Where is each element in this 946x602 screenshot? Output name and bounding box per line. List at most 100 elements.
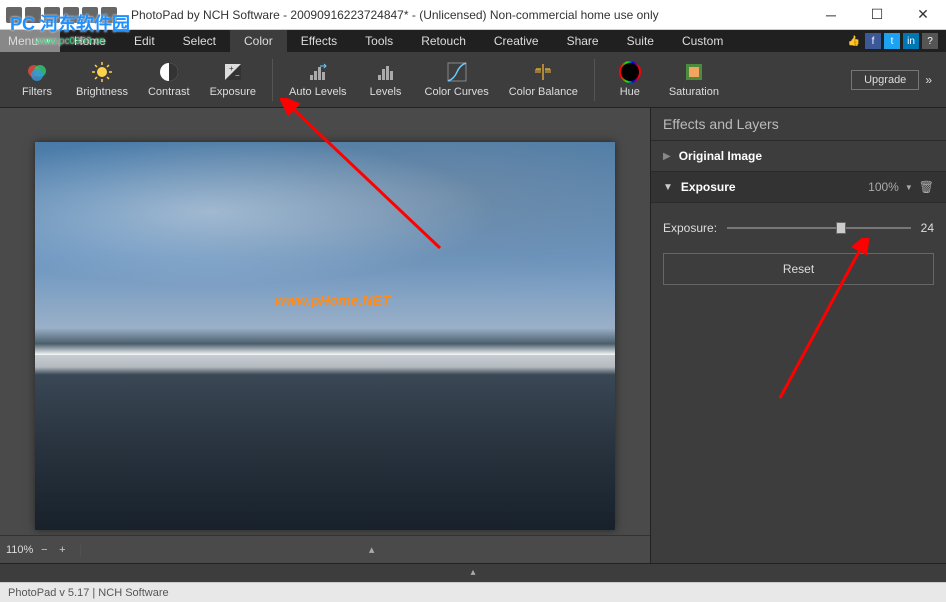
qat-open-icon[interactable] [44, 7, 60, 23]
color-curves-icon [446, 61, 468, 83]
layer-opacity-value: 100% [868, 180, 899, 194]
zoom-level[interactable]: 110% [6, 544, 33, 556]
menu-suite[interactable]: Suite [613, 30, 668, 52]
exposure-button[interactable]: +− Exposure [200, 61, 266, 98]
saturation-icon [683, 61, 705, 83]
qat-new-icon[interactable] [25, 7, 41, 23]
menu-bar: Menu ▼ Home Edit Select Color Effects To… [0, 30, 946, 52]
opacity-dropdown-icon[interactable]: ▼ [905, 183, 913, 192]
reset-button[interactable]: Reset [663, 253, 934, 285]
image-watermark: www.pHome.NET [275, 292, 390, 308]
canvas-area[interactable]: www.pHome.NET [0, 108, 650, 563]
color-curves-label: Color Curves [425, 86, 489, 98]
main-area: www.pHome.NET Effects and Layers ▶ Origi… [0, 108, 946, 563]
brightness-icon [91, 61, 113, 83]
svg-text:+: + [229, 64, 234, 73]
menu-button[interactable]: Menu ▼ [0, 30, 60, 52]
layer-original-label: Original Image [679, 149, 762, 163]
zoom-in-icon[interactable]: + [55, 543, 69, 557]
menu-edit[interactable]: Edit [120, 30, 169, 52]
contrast-button[interactable]: Contrast [138, 61, 200, 98]
toolbar-separator [594, 59, 595, 101]
reset-label: Reset [783, 262, 814, 276]
color-balance-label: Color Balance [509, 86, 578, 98]
zoom-controls: 110% − + | [0, 543, 93, 557]
exposure-slider-thumb[interactable] [836, 222, 846, 234]
delete-layer-icon[interactable]: 🗑 [919, 180, 934, 194]
toolbar: Filters Brightness Contrast +− Exposure … [0, 52, 946, 108]
menu-select[interactable]: Select [169, 30, 230, 52]
contrast-label: Contrast [148, 86, 190, 98]
color-balance-button[interactable]: Color Balance [499, 61, 588, 98]
like-icon[interactable]: 👍 [846, 33, 862, 49]
filters-button[interactable]: Filters [8, 61, 66, 98]
layer-original-image[interactable]: ▶ Original Image [651, 141, 946, 172]
exposure-icon: +− [222, 61, 244, 83]
effects-layers-panel: Effects and Layers ▶ Original Image ▼ Ex… [650, 108, 946, 563]
levels-button[interactable]: Levels [357, 61, 415, 98]
menu-retouch[interactable]: Retouch [407, 30, 480, 52]
menu-share[interactable]: Share [553, 30, 613, 52]
auto-levels-icon [307, 61, 329, 83]
status-text: PhotoPad v 5.17 | NCH Software [8, 587, 169, 599]
linkedin-icon[interactable]: in [903, 33, 919, 49]
panel-title: Effects and Layers [651, 108, 946, 141]
app-icon [6, 7, 22, 23]
exposure-slider-label: Exposure: [663, 221, 717, 235]
filters-icon [26, 61, 48, 83]
zoom-divider: | [73, 543, 87, 557]
contrast-icon [158, 61, 180, 83]
collapse-right-icon: ▶ [663, 151, 671, 162]
exposure-slider[interactable] [727, 227, 911, 229]
maximize-button[interactable]: ☐ [854, 0, 900, 30]
toolbar-separator [272, 59, 273, 101]
menu-effects[interactable]: Effects [287, 30, 351, 52]
auto-levels-label: Auto Levels [289, 86, 346, 98]
menu-custom[interactable]: Custom [668, 30, 737, 52]
layer-exposure[interactable]: ▼ Exposure 100% ▼ 🗑 [651, 172, 946, 203]
minimize-button[interactable]: ─ [808, 0, 854, 30]
close-button[interactable]: ✕ [900, 0, 946, 30]
title-bar: PhotoPad by NCH Software - 2009091622372… [0, 0, 946, 30]
brightness-button[interactable]: Brightness [66, 61, 138, 98]
menu-color[interactable]: Color [230, 30, 287, 52]
quick-access-toolbar [0, 7, 123, 23]
exposure-label: Exposure [210, 86, 256, 98]
canvas-footer: 110% − + | ▴ [0, 535, 650, 563]
qat-redo-icon[interactable] [101, 7, 117, 23]
upgrade-button[interactable]: Upgrade [851, 70, 919, 90]
menu-tools[interactable]: Tools [351, 30, 407, 52]
exposure-slider-value: 24 [921, 221, 934, 235]
filters-label: Filters [22, 86, 52, 98]
chevron-down-icon: ▼ [44, 37, 52, 46]
panel-toggle-up-icon[interactable]: ▴ [93, 543, 650, 556]
qat-undo-icon[interactable] [82, 7, 98, 23]
auto-levels-button[interactable]: Auto Levels [279, 61, 356, 98]
exposure-panel-body: Exposure: 24 Reset [651, 203, 946, 303]
menu-home[interactable]: Home [60, 30, 120, 52]
exposure-slider-row: Exposure: 24 [663, 221, 934, 235]
canvas-image[interactable]: www.pHome.NET [35, 142, 615, 530]
collapse-down-icon: ▼ [663, 182, 673, 193]
color-curves-button[interactable]: Color Curves [415, 61, 499, 98]
bottom-toggle-icon[interactable]: ▴ [0, 563, 946, 582]
toolbar-overflow-icon[interactable]: » [919, 73, 938, 87]
zoom-out-icon[interactable]: − [37, 543, 51, 557]
social-icons: 👍 f t in ? [846, 30, 946, 52]
hue-button[interactable]: Hue [601, 61, 659, 98]
facebook-icon[interactable]: f [865, 33, 881, 49]
layer-exposure-label: Exposure [681, 180, 736, 194]
levels-icon [375, 61, 397, 83]
svg-text:−: − [235, 71, 240, 80]
window-title: PhotoPad by NCH Software - 2009091622372… [123, 8, 808, 22]
qat-save-icon[interactable] [63, 7, 79, 23]
twitter-icon[interactable]: t [884, 33, 900, 49]
menu-creative[interactable]: Creative [480, 30, 553, 52]
window-controls: ─ ☐ ✕ [808, 0, 946, 30]
status-bar: PhotoPad v 5.17 | NCH Software [0, 582, 946, 602]
help-icon[interactable]: ? [922, 33, 938, 49]
menu-label: Menu [8, 34, 38, 48]
hue-label: Hue [620, 86, 640, 98]
saturation-label: Saturation [669, 86, 719, 98]
saturation-button[interactable]: Saturation [659, 61, 729, 98]
